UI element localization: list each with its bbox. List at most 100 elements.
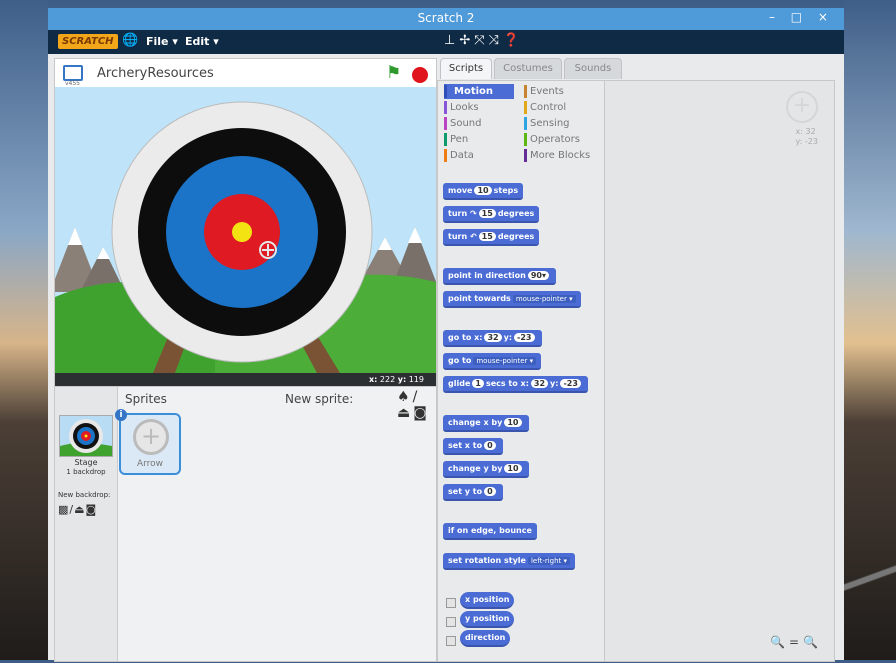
grow-icon[interactable]: ⤧ xyxy=(474,33,488,48)
window-controls[interactable]: – □ × xyxy=(769,10,834,24)
paint-backdrop-icon[interactable]: ▩ xyxy=(58,503,69,516)
block-set-y[interactable]: set y to 0 xyxy=(443,484,503,501)
category-data[interactable]: Data xyxy=(444,148,520,163)
new-sprite-tools: ♠/⏏◙ xyxy=(397,389,436,421)
desktop-road xyxy=(844,520,896,660)
block-set-x[interactable]: set x to 0 xyxy=(443,438,503,455)
category-operators-label: Operators xyxy=(530,134,580,145)
paint-sprite-icon[interactable]: / xyxy=(413,389,421,405)
presentation-mode-icon[interactable] xyxy=(63,65,83,81)
category-list: Motion Looks Sound Pen Data Events Contr… xyxy=(438,81,604,169)
block-point-in-direction[interactable]: point in direction 90▾ xyxy=(443,268,556,285)
category-motion-label: Motion xyxy=(454,86,494,97)
arrow-sprite-crosshair[interactable] xyxy=(259,241,277,259)
sprites-panel: Stage 1 backdrop New backdrop: ▩/⏏◙ Spri… xyxy=(54,386,437,662)
block-palette: Motion Looks Sound Pen Data Events Contr… xyxy=(437,80,605,662)
camera-sprite-icon[interactable]: ◙ xyxy=(413,405,430,421)
reporter-y-position[interactable]: y position xyxy=(460,611,515,628)
reporter-x-position[interactable]: x position xyxy=(460,592,515,609)
new-sprite-label: New sprite: xyxy=(285,392,354,406)
category-more-blocks[interactable]: More Blocks xyxy=(524,148,605,163)
direction-checkbox[interactable] xyxy=(446,636,456,646)
new-backdrop-label: New backdrop: xyxy=(58,491,111,499)
x-position-checkbox[interactable] xyxy=(446,598,456,608)
zoom-controls: 🔍=🔍 xyxy=(770,635,822,649)
stage-coordinates: x: 222 y: 119 xyxy=(55,373,436,387)
duplicate-icon[interactable]: ⊥ xyxy=(444,33,459,48)
tab-costumes[interactable]: Costumes xyxy=(494,58,562,79)
edit-menu[interactable]: Edit ▾ xyxy=(185,35,219,48)
category-sensing[interactable]: Sensing xyxy=(524,116,605,131)
reporter-direction[interactable]: direction xyxy=(460,630,511,647)
editor-tabs: Scripts Costumes Sounds xyxy=(440,58,624,80)
zoom-reset-icon[interactable]: = xyxy=(789,635,803,649)
category-operators[interactable]: Operators xyxy=(524,132,605,147)
desktop-background-left xyxy=(0,0,48,660)
backdrop-count: 1 backdrop xyxy=(66,468,106,476)
choose-sprite-icon[interactable]: ♠ xyxy=(397,389,413,405)
category-more-blocks-label: More Blocks xyxy=(530,150,591,161)
zoom-out-icon[interactable]: 🔍 xyxy=(770,635,789,649)
category-motion[interactable]: Motion xyxy=(444,84,514,99)
zoom-in-icon[interactable]: 🔍 xyxy=(803,635,822,649)
block-bounce[interactable]: if on edge, bounce xyxy=(443,523,537,540)
category-data-label: Data xyxy=(450,150,474,161)
stage-thumbnail-image xyxy=(60,416,112,456)
stage-column: Stage 1 backdrop New backdrop: ▩/⏏◙ xyxy=(55,387,118,661)
block-go-to-xy[interactable]: go to x: 32 y: -23 xyxy=(443,330,542,347)
stage-canvas[interactable] xyxy=(55,87,436,373)
block-change-y[interactable]: change y by 10 xyxy=(443,461,529,478)
sprites-header: Sprites New sprite: ♠/⏏◙ xyxy=(117,387,436,421)
sprite-y-readout: y: -23 xyxy=(795,137,818,146)
file-menu[interactable]: File ▾ xyxy=(146,35,178,48)
upload-backdrop-icon[interactable]: ⏏ xyxy=(74,503,85,516)
sprite-position-readout: x: 32 y: -23 xyxy=(796,127,818,147)
stage-thumbnail[interactable] xyxy=(59,415,113,457)
shrink-icon[interactable]: ⤨ xyxy=(489,33,503,48)
stage-header: v455 ArcheryResources ⚑ xyxy=(55,59,436,87)
block-glide[interactable]: glide 1 secs to x: 32 y: -23 xyxy=(443,376,588,393)
tab-scripts[interactable]: Scripts xyxy=(440,58,492,79)
stage-scene xyxy=(55,87,436,373)
block-move-steps[interactable]: move 10 steps xyxy=(443,183,524,200)
version-label: v455 xyxy=(65,80,81,87)
block-change-x[interactable]: change x by 10 xyxy=(443,415,529,432)
globe-icon[interactable]: 🌐 xyxy=(122,33,138,48)
sprites-title: Sprites xyxy=(125,392,167,406)
camera-backdrop-icon[interactable]: ◙ xyxy=(86,503,98,516)
category-pen[interactable]: Pen xyxy=(444,132,520,147)
category-events[interactable]: Events xyxy=(524,84,605,99)
stop-icon[interactable] xyxy=(412,67,428,83)
sprite-info-icon[interactable]: i xyxy=(115,409,127,421)
scratch-logo[interactable]: SCRATCH xyxy=(58,34,118,49)
help-icon[interactable]: ❓ xyxy=(503,33,523,48)
script-area[interactable]: + x: 32 y: -23 🔍=🔍 xyxy=(604,80,835,662)
archery-target[interactable] xyxy=(111,101,373,363)
y-position-checkbox[interactable] xyxy=(446,617,456,627)
category-pen-label: Pen xyxy=(450,134,469,145)
category-control-label: Control xyxy=(530,102,567,113)
scratch-window: Scratch 2 – □ × SCRATCH 🌐 File ▾ Edit ▾ … xyxy=(48,8,844,662)
sprite-tile-arrow[interactable]: + Arrow xyxy=(119,413,181,475)
block-point-towards[interactable]: point towards mouse-pointer ▾ xyxy=(443,291,581,308)
block-go-to[interactable]: go to mouse-pointer ▾ xyxy=(443,353,542,370)
delete-icon[interactable]: ✢ xyxy=(459,33,474,48)
category-control[interactable]: Control xyxy=(524,100,605,115)
category-looks[interactable]: Looks xyxy=(444,100,520,115)
category-sound[interactable]: Sound xyxy=(444,116,520,131)
sprite-center-icon: + xyxy=(786,91,818,123)
tab-sounds[interactable]: Sounds xyxy=(564,58,622,79)
mouse-y-label: y: xyxy=(397,375,407,384)
upload-sprite-icon[interactable]: ⏏ xyxy=(397,405,413,421)
block-set-rotation-style[interactable]: set rotation style left-right ▾ xyxy=(443,553,576,570)
block-turn-right[interactable]: turn ↷ 15 degrees xyxy=(443,206,540,223)
sprite-name: Arrow xyxy=(136,459,164,469)
category-events-label: Events xyxy=(530,86,564,97)
sprite-x-readout: x: 32 xyxy=(795,127,816,136)
project-title[interactable]: ArcheryResources xyxy=(97,66,214,81)
green-flag-icon[interactable]: ⚑ xyxy=(386,63,401,83)
category-sound-label: Sound xyxy=(450,118,482,129)
motion-blocks: move 10 steps turn ↷ 15 degrees turn ↶ 15 degr… xyxy=(438,173,604,663)
block-turn-left[interactable]: turn ↶ 15 degrees xyxy=(443,229,540,246)
new-backdrop-tools: ▩/⏏◙ xyxy=(58,503,97,516)
